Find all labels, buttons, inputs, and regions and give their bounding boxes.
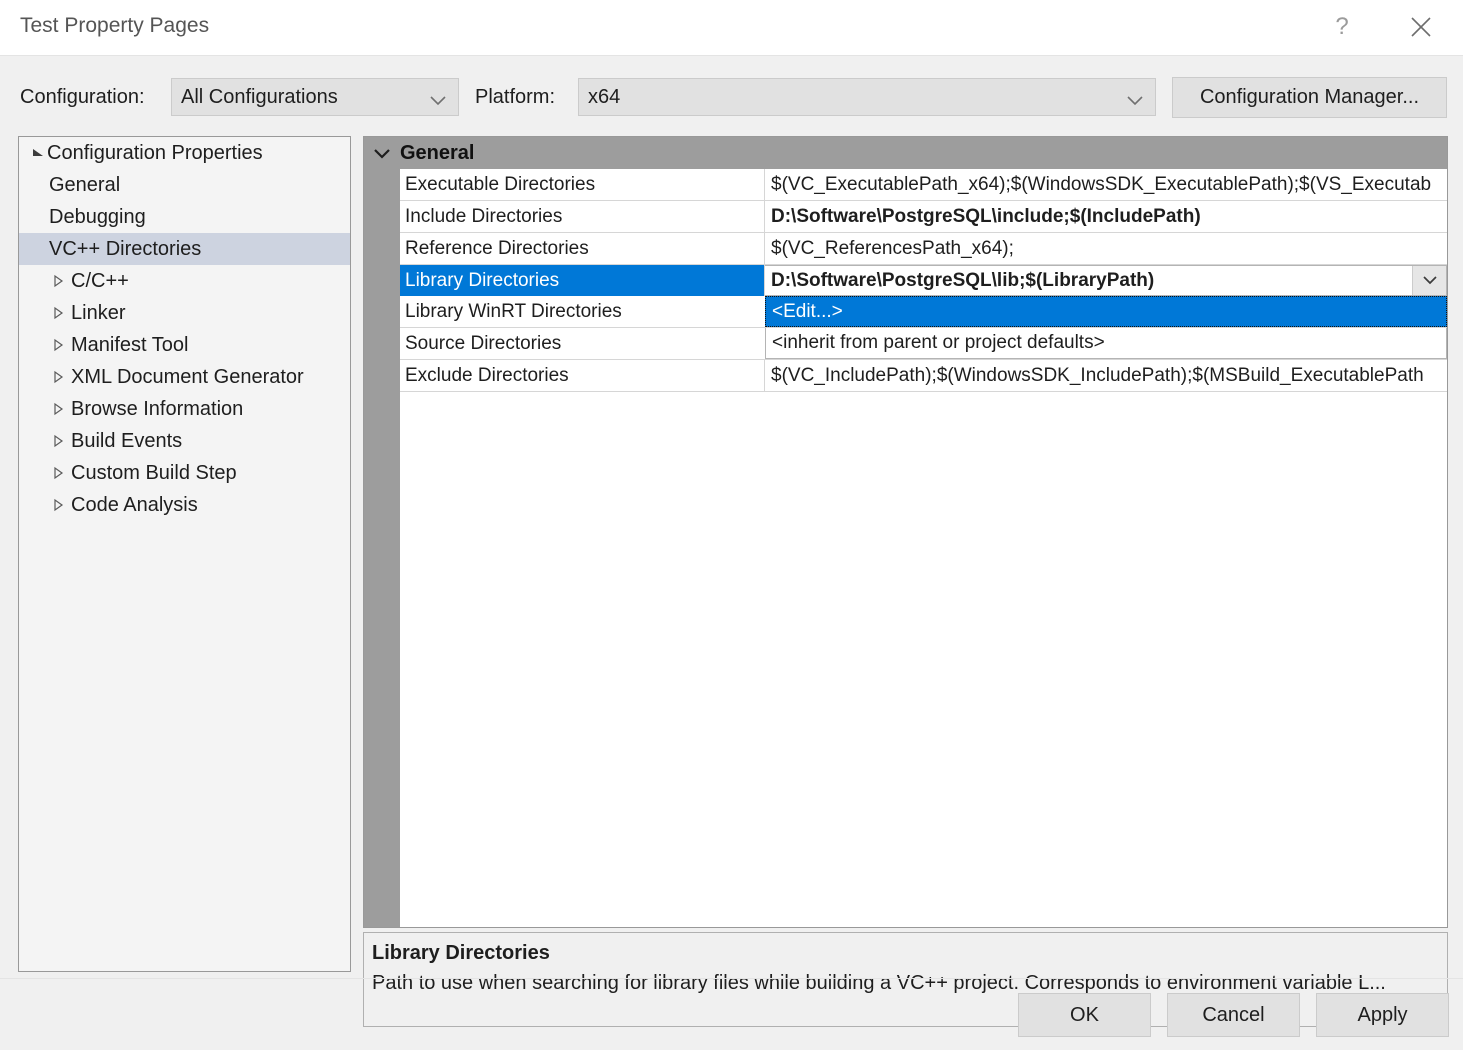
property-name-cell[interactable]: Source Directories — [400, 328, 765, 359]
property-name-cell[interactable]: Library WinRT Directories — [400, 296, 765, 327]
grid-gutter — [364, 137, 400, 927]
expanded-triangle-icon[interactable] — [29, 146, 47, 160]
property-value-cell[interactable]: $(VC_ReferencesPath_x64); — [765, 233, 1447, 264]
property-name-cell[interactable]: Include Directories — [400, 201, 765, 232]
apply-button[interactable]: Apply — [1316, 993, 1449, 1037]
property-value-cell[interactable]: <inherit from parent or project defaults… — [765, 328, 1447, 359]
property-name-label: Executable Directories — [405, 173, 596, 195]
chevron-down-icon — [1422, 276, 1437, 285]
tree-item-label: C/C++ — [71, 269, 129, 292]
property-name-label: Library WinRT Directories — [405, 300, 622, 322]
property-name-label: Library Directories — [405, 269, 560, 291]
property-value-cell[interactable]: D:\Software\PostgreSQL\include;$(Include… — [765, 201, 1447, 232]
tree-item-linker[interactable]: Linker — [19, 297, 350, 329]
property-value-label: $(VC_ReferencesPath_x64); — [771, 237, 1014, 259]
property-name-cell[interactable]: Executable Directories — [400, 169, 765, 200]
property-row[interactable]: Library WinRT Directories <Edit...> — [400, 296, 1447, 328]
property-name-cell[interactable]: Exclude Directories — [400, 360, 765, 391]
grid-section-title: General — [400, 141, 475, 164]
tree-item-general[interactable]: General — [19, 169, 350, 201]
property-row[interactable]: Library Directories D:\Software\PostgreSQ… — [400, 265, 1447, 296]
property-name-label: Reference Directories — [405, 237, 589, 259]
tree-item-xml-document-generator[interactable]: XML Document Generator — [19, 361, 350, 393]
property-value-cell[interactable]: <Edit...> — [765, 296, 1447, 327]
close-x-icon — [1411, 16, 1431, 37]
tree-item-label: Manifest Tool — [71, 333, 189, 356]
property-value-label: D:\Software\PostgreSQL\include;$(Include… — [771, 205, 1201, 227]
title-bar: Test Property Pages ? — [0, 0, 1463, 56]
description-text: Path to use when searching for library f… — [372, 972, 1386, 994]
property-grid[interactable]: General Executable Directories $(VC_Execu… — [363, 136, 1448, 928]
tree-item-label: General — [49, 173, 121, 196]
tree-item-label: Build Events — [71, 429, 183, 452]
property-row[interactable]: Reference Directories $(VC_ReferencesPath… — [400, 233, 1447, 265]
tree-item-label: XML Document Generator — [71, 365, 304, 388]
dialog-body: Configuration: All Configurations Platfo… — [0, 55, 1463, 1050]
property-value-label: $(VC_ExecutablePath_x64);$(WindowsSDK_Ex… — [771, 173, 1432, 195]
tree-item-code-analysis[interactable]: Code Analysis — [19, 489, 350, 521]
property-value-label: D:\Software\PostgreSQL\lib;$(LibraryPath… — [771, 269, 1155, 291]
tree-item-configuration-properties[interactable]: Configuration Properties — [19, 137, 350, 169]
property-row[interactable]: Executable Directories $(VC_ExecutablePat… — [400, 169, 1447, 201]
configuration-dropdown[interactable]: All Configurations — [171, 78, 459, 116]
property-name-label: Include Directories — [405, 205, 563, 227]
collapsed-triangle-icon[interactable] — [49, 434, 67, 448]
property-name-cell[interactable]: Library Directories — [400, 265, 765, 296]
tree-item-vc-directories[interactable]: VC++ Directories — [19, 233, 350, 265]
collapsed-triangle-icon[interactable] — [49, 370, 67, 384]
grid-row-list: Executable Directories $(VC_ExecutablePat… — [400, 169, 1447, 392]
tree-item-debugging[interactable]: Debugging — [19, 201, 350, 233]
tree-item-custom-build-step[interactable]: Custom Build Step — [19, 457, 350, 489]
chevron-down-icon — [1126, 91, 1144, 113]
collapsed-triangle-icon[interactable] — [49, 306, 67, 320]
tree-item-label: Linker — [71, 301, 126, 324]
tree-item-label: Browse Information — [71, 397, 244, 420]
close-button[interactable] — [1391, 0, 1451, 53]
tree-item-label: Custom Build Step — [71, 461, 237, 484]
platform-label: Platform: — [475, 86, 556, 108]
platform-value: x64 — [588, 86, 621, 108]
property-row[interactable]: Exclude Directories $(VC_IncludePath);$(W… — [400, 360, 1447, 392]
collapsed-triangle-icon[interactable] — [49, 498, 67, 512]
property-value-cell[interactable]: $(VC_ExecutablePath_x64);$(WindowsSDK_Ex… — [765, 169, 1447, 200]
property-value-label: <inherit from parent or project defaults… — [772, 332, 1105, 353]
property-name-cell[interactable]: Reference Directories — [400, 233, 765, 264]
collapsed-triangle-icon[interactable] — [49, 338, 67, 352]
grid-section-header[interactable]: General — [364, 137, 1447, 169]
cancel-button[interactable]: Cancel — [1167, 993, 1300, 1037]
tree-item-c-c[interactable]: C/C++ — [19, 265, 350, 297]
property-tree[interactable]: Configuration Properties General Debugging… — [18, 136, 351, 972]
collapsed-triangle-icon[interactable] — [49, 466, 67, 480]
property-row[interactable]: Source Directories <inherit from parent o… — [400, 328, 1447, 360]
property-value-label: <Edit...> — [772, 300, 843, 322]
tree-item-label: VC++ Directories — [49, 237, 202, 260]
configuration-manager-button[interactable]: Configuration Manager... — [1172, 77, 1447, 118]
tree-item-build-events[interactable]: Build Events — [19, 425, 350, 457]
chevron-down-icon[interactable] — [364, 147, 400, 160]
property-value-label: $(VC_IncludePath);$(WindowsSDK_IncludePa… — [771, 364, 1424, 386]
ok-button[interactable]: OK — [1018, 993, 1151, 1037]
platform-dropdown[interactable]: x64 — [578, 78, 1156, 116]
value-dropdown-button[interactable] — [1412, 266, 1446, 295]
property-value-cell[interactable]: D:\Software\PostgreSQL\lib;$(LibraryPath… — [765, 265, 1447, 296]
help-button[interactable]: ? — [1312, 0, 1372, 53]
property-row[interactable]: Include Directories D:\Software\PostgreSQ… — [400, 201, 1447, 233]
collapsed-triangle-icon[interactable] — [49, 274, 67, 288]
tree-item-label: Code Analysis — [71, 493, 198, 516]
window-title: Test Property Pages — [20, 14, 210, 37]
tree-item-browse-information[interactable]: Browse Information — [19, 393, 350, 425]
description-title: Library Directories — [372, 942, 550, 964]
chevron-down-icon — [429, 91, 447, 113]
property-name-label: Source Directories — [405, 332, 562, 354]
configuration-value: All Configurations — [181, 86, 338, 108]
tree-item-label: Configuration Properties — [47, 141, 263, 164]
property-name-label: Exclude Directories — [405, 364, 569, 386]
property-value-cell[interactable]: $(VC_IncludePath);$(WindowsSDK_IncludePa… — [765, 360, 1447, 391]
tree-item-manifest-tool[interactable]: Manifest Tool — [19, 329, 350, 361]
footer-divider — [0, 978, 1463, 979]
collapsed-triangle-icon[interactable] — [49, 402, 67, 416]
configuration-label: Configuration: — [20, 86, 145, 108]
tree-item-label: Debugging — [49, 205, 146, 228]
question-mark-icon: ? — [1335, 12, 1349, 40]
